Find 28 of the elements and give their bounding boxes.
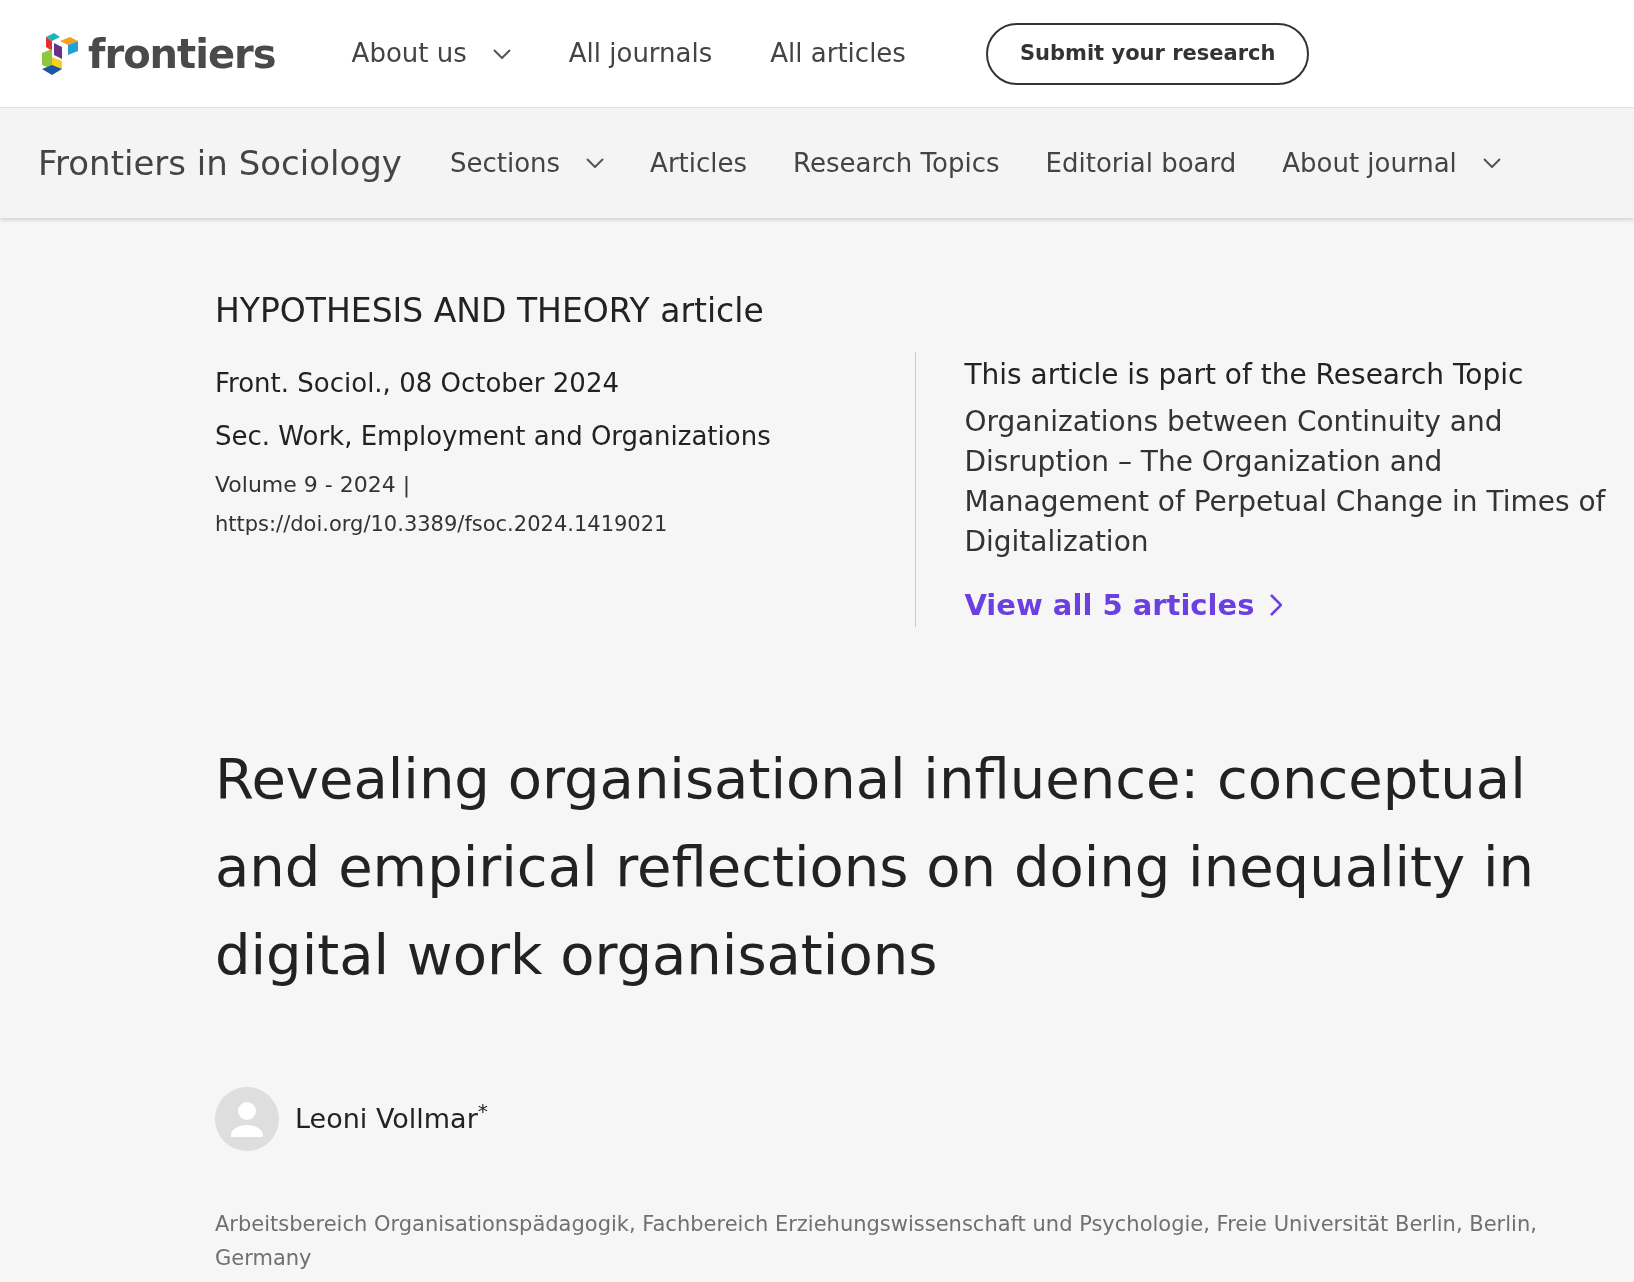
volume-info: Volume 9 - 2024 | (215, 470, 412, 500)
nav-link[interactable]: Research Topics (793, 143, 1000, 183)
chevron-down-icon (1482, 158, 1501, 168)
logo-icon (40, 30, 80, 77)
nav-link[interactable]: Articles (650, 143, 748, 183)
view-all-articles-link[interactable]: View all 5 articles (964, 583, 1283, 627)
article-title: Revealing organisational influence: conceptual and empirical reflections on doing inequality in digital work organisations (215, 745, 1535, 989)
nav-link[interactable]: About us (351, 34, 511, 73)
research-topic-title[interactable]: Organizations between Continuity and Disruption – The Organization and Management of Perpetual Change in Times of Digitalization (964, 401, 1614, 562)
author-name[interactable]: Leoni Vollmar$^{*}$ (295, 1098, 488, 1140)
affiliation: Arbeitsbereich Organisationspädagogik, Fachbereich Erziehungswissenschaft und Psychologie, Freie Universität Berlin, Berlin, Germany (215, 1211, 1538, 1272)
nav-link[interactable]: About journal (1282, 143, 1501, 183)
nav-link[interactable]: Editorial board (1045, 143, 1237, 183)
journal-title[interactable]: Frontiers in Sociology (38, 137, 402, 189)
doi-link[interactable]: https://doi.org/10.3389/fsoc.2024.1419021 (215, 508, 896, 540)
chevron-down-icon (586, 158, 605, 168)
nav-link[interactable]: All journals (568, 34, 713, 73)
avatar-icon (215, 1087, 279, 1151)
article-type: HYPOTHESIS AND THEORY article (215, 290, 765, 332)
logo-text[interactable]: frontiers (88, 23, 276, 84)
chevron-right-icon (1270, 594, 1283, 617)
submit-research-button[interactable]: Submit your research (985, 22, 1310, 85)
nav-link[interactable]: Sections (449, 143, 605, 183)
citation: Front. Sociol., 08 October 2024 (215, 366, 620, 400)
chevron-down-icon (492, 48, 511, 59)
section-name[interactable]: Sec. Work, Employment and Organizations (215, 416, 896, 456)
research-topic-heading: This article is part of the Research Topic (964, 356, 1525, 393)
nav-link[interactable]: All articles (770, 34, 906, 73)
